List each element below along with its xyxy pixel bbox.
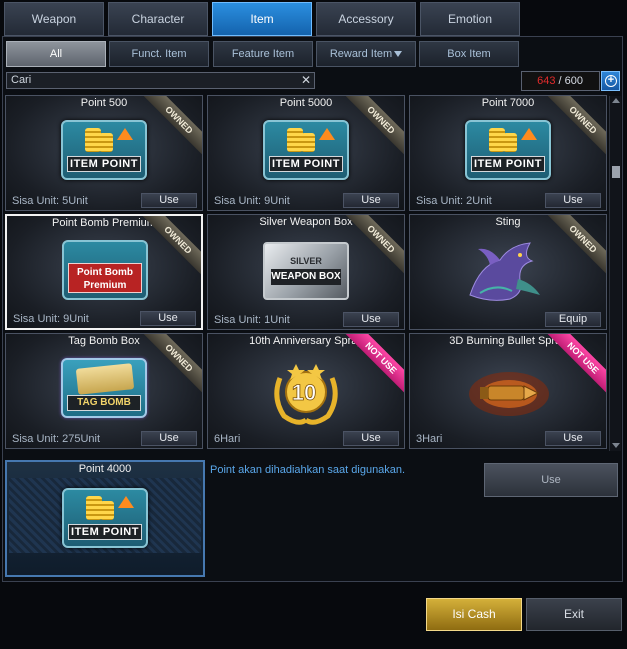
subtab-box-item[interactable]: Box Item — [419, 41, 519, 67]
dragon-icon — [469, 242, 540, 301]
item-grid: Point 500 ITEM POINT OWNED Sisa Unit: 5U… — [5, 95, 609, 452]
item-card-silver-weapon-box[interactable]: Silver Weapon Box SILVER WEAPON BOX OWNE… — [207, 214, 405, 330]
search-input[interactable]: Cari ✕ — [6, 72, 315, 89]
item-unit: Sisa Unit: 5Unit — [12, 195, 88, 207]
item-icon-label: WEAPON BOX — [271, 269, 341, 285]
item-point-icon: ITEM POINT — [61, 120, 147, 180]
inventory-capacity: 600 — [564, 75, 583, 87]
scroll-down-icon[interactable] — [612, 443, 620, 448]
use-button[interactable]: Use — [343, 431, 399, 446]
item-icon-label: 10 — [292, 380, 316, 405]
item-unit: Sisa Unit: 9Unit — [214, 195, 290, 207]
equip-button[interactable]: Equip — [545, 312, 601, 327]
inventory-separator: / — [558, 75, 562, 87]
preview-title: Point 4000 — [78, 463, 132, 475]
item-card-10th-anniversary-spray[interactable]: 10th Anniversary Spray 10 NOT USE 6Hari … — [207, 333, 405, 449]
item-unit: 3Hari — [416, 433, 443, 445]
item-card-sting[interactable]: Sting OWNED Equip — [409, 214, 607, 330]
use-button[interactable]: Use — [545, 193, 601, 208]
use-button[interactable]: Use — [141, 193, 197, 208]
weapon-box-icon: SILVER WEAPON BOX — [263, 242, 349, 300]
item-card-tag-bomb-box[interactable]: Tag Bomb Box TAG BOMB OWNED Sisa Unit: 2… — [5, 333, 203, 449]
burning-bullet-icon — [469, 372, 549, 416]
use-button[interactable]: Use — [343, 312, 399, 327]
subtab-all[interactable]: All — [6, 41, 106, 67]
expand-inventory-button[interactable]: + — [601, 71, 620, 91]
item-card-point-bomb-premium[interactable]: Point Bomb Premium Point Bomb Premium OW… — [5, 214, 203, 330]
item-point-icon: ITEM POINT — [62, 488, 148, 548]
item-unit: Sisa Unit: 9Unit — [13, 313, 89, 325]
inventory-counter: 643 / 600 — [521, 71, 600, 91]
item-icon-label: ITEM POINT — [67, 156, 141, 172]
use-button[interactable]: Use — [343, 193, 399, 208]
tag-bomb-icon: TAG BOMB — [61, 358, 147, 418]
item-point-icon: ITEM POINT — [465, 120, 551, 180]
tab-weapon[interactable]: Weapon — [4, 2, 104, 36]
item-point-icon: ITEM POINT — [263, 120, 349, 180]
item-unit: Sisa Unit: 1Unit — [214, 314, 290, 326]
use-selected-button[interactable]: Use — [484, 463, 618, 497]
tab-emotion[interactable]: Emotion — [420, 2, 520, 36]
item-card-point-5000[interactable]: Point 5000 ITEM POINT OWNED Sisa Unit: 9… — [207, 95, 405, 211]
item-unit: Sisa Unit: 275Unit — [12, 433, 101, 445]
item-card-point-500[interactable]: Point 500 ITEM POINT OWNED Sisa Unit: 5U… — [5, 95, 203, 211]
item-icon-label-top: SILVER — [290, 256, 322, 266]
selected-item-preview: Point 4000 ITEM POINT — [5, 460, 205, 577]
inventory-used: 643 — [537, 75, 556, 87]
item-icon-label: TAG BOMB — [67, 395, 141, 411]
item-icon-label: ITEM POINT — [471, 156, 545, 172]
laurel-badge-icon: 10 — [274, 364, 338, 425]
item-card-point-7000[interactable]: Point 7000 ITEM POINT OWNED Sisa Unit: 2… — [409, 95, 607, 211]
close-icon[interactable]: ✕ — [301, 73, 311, 88]
subtab-feature-item[interactable]: Feature Item — [213, 41, 313, 67]
tab-accessory[interactable]: Accessory — [316, 2, 416, 36]
use-button[interactable]: Use — [545, 431, 601, 446]
chevron-down-icon — [394, 51, 403, 58]
tab-item[interactable]: Item — [212, 2, 312, 36]
plus-icon: + — [605, 75, 617, 87]
scroll-up-icon[interactable] — [612, 98, 620, 103]
item-card-3d-burning-bullet-spray[interactable]: 3D Burning Bullet Spray NOT USE 3Hari Us… — [409, 333, 607, 449]
item-grid-scrollbar[interactable] — [609, 96, 621, 451]
subtab-funct-item[interactable]: Funct. Item — [109, 41, 209, 67]
search-input-value: Cari — [11, 74, 32, 86]
subtab-reward-item[interactable]: Reward Item — [316, 41, 416, 67]
top-up-cash-button[interactable]: Isi Cash — [426, 598, 522, 631]
item-description: Point akan dihadiahkan saat digunakan. — [210, 464, 406, 476]
use-button[interactable]: Use — [141, 431, 197, 446]
tab-character[interactable]: Character — [108, 2, 208, 36]
use-button[interactable]: Use — [140, 311, 196, 326]
item-unit: Sisa Unit: 2Unit — [416, 195, 492, 207]
item-unit: 6Hari — [214, 433, 241, 445]
point-bomb-icon: Point Bomb Premium — [62, 240, 148, 300]
subtab-reward-item-label: Reward Item — [329, 48, 393, 60]
item-icon-label: ITEM POINT — [68, 524, 142, 540]
item-icon-label: ITEM POINT — [269, 156, 343, 172]
scroll-thumb[interactable] — [612, 166, 620, 178]
item-icon-label: Point Bomb Premium — [68, 263, 142, 293]
exit-button[interactable]: Exit — [526, 598, 622, 631]
